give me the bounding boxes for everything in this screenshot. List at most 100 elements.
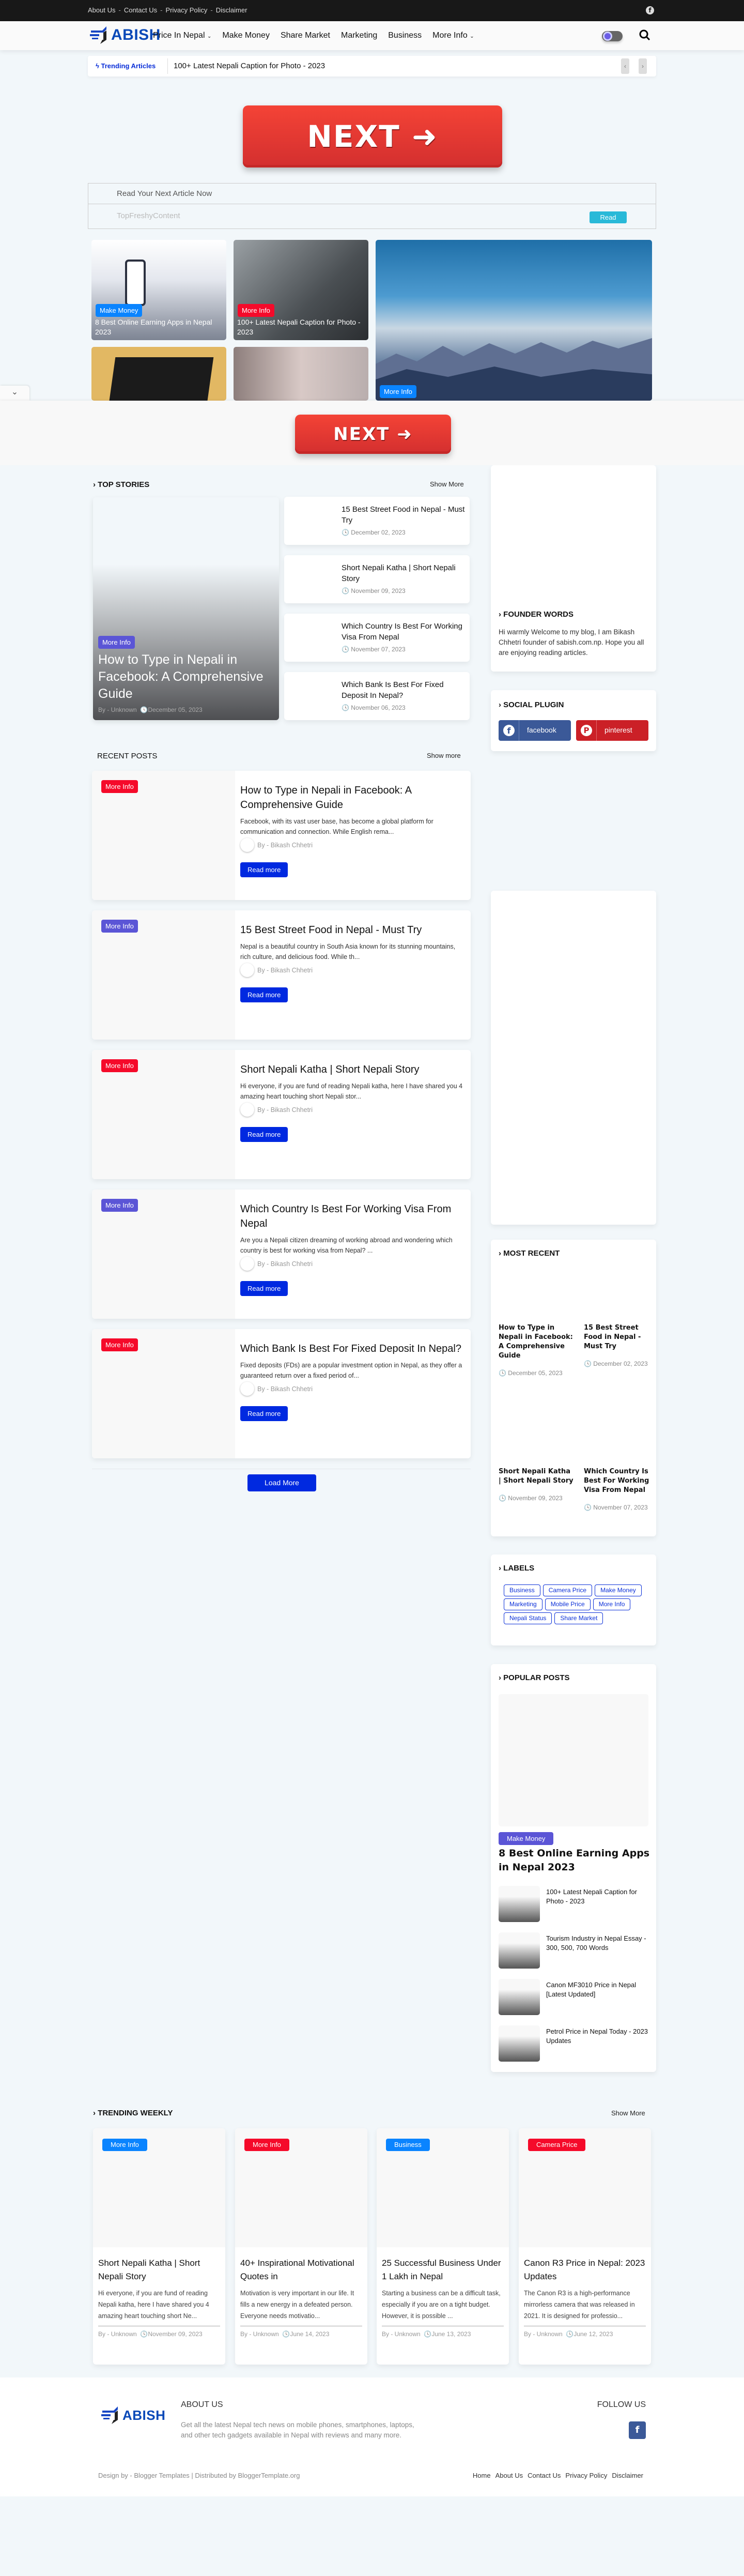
label-tag[interactable]: Marketing: [504, 1598, 542, 1610]
top-story-item[interactable]: 15 Best Street Food in Nepal - Must Try …: [284, 497, 470, 545]
footer-link[interactable]: Contact Us: [528, 2472, 561, 2479]
post-title[interactable]: Canon R3 Price in Nepal: 2023 Updates: [524, 2257, 646, 2283]
story-title[interactable]: Short Nepali Katha | Short Nepali Story: [342, 562, 467, 584]
top-link-about[interactable]: About Us: [88, 6, 115, 14]
post-title[interactable]: How to Type in Nepali in Facebook: A Com…: [499, 1323, 574, 1361]
load-more-button[interactable]: Load More: [247, 1474, 316, 1491]
post-title[interactable]: Tourism Industry in Nepal Essay - 300, 5…: [546, 1934, 648, 1953]
category-badge[interactable]: More Info: [102, 2139, 147, 2151]
label-tag[interactable]: More Info: [593, 1598, 631, 1610]
post-thumbnail[interactable]: [584, 1267, 659, 1323]
story-title[interactable]: Which Country Is Best For Working Visa F…: [342, 621, 467, 643]
show-more-link[interactable]: Show More: [430, 480, 464, 488]
footer-link[interactable]: Home: [473, 2472, 491, 2479]
label-tag[interactable]: Business: [504, 1584, 540, 1596]
nav-business[interactable]: Business: [388, 31, 422, 40]
read-more-button[interactable]: Read more: [240, 1281, 288, 1296]
search-icon[interactable]: [639, 29, 651, 41]
post-title[interactable]: 40+ Inspirational Motivational Quotes in: [240, 2257, 362, 2283]
facebook-button[interactable]: f facebook: [499, 720, 571, 741]
post-title[interactable]: 100+ Latest Nepali Caption for Photo - 2…: [546, 1887, 648, 1906]
read-more-button[interactable]: Read more: [240, 1406, 288, 1421]
footer-link[interactable]: About Us: [495, 2472, 523, 2479]
post-thumbnail[interactable]: More Info: [235, 2128, 367, 2247]
pinterest-button[interactable]: P pinterest: [576, 720, 648, 741]
category-badge[interactable]: Make Money: [499, 1832, 554, 1845]
most-recent-item[interactable]: Short Nepali Katha | Short Nepali Story …: [499, 1410, 574, 1503]
top-story-item[interactable]: Which Country Is Best For Working Visa F…: [284, 614, 470, 662]
category-badge[interactable]: More Info: [101, 920, 138, 933]
next-button[interactable]: NEXT ➜: [243, 105, 502, 167]
top-story-title[interactable]: How to Type in Nepali in Facebook: A Com…: [98, 651, 269, 703]
popular-main-title[interactable]: 8 Best Online Earning Apps in Nepal 2023: [499, 1847, 650, 1874]
post-title[interactable]: Which Country Is Best For Working Visa F…: [584, 1467, 659, 1495]
post-title[interactable]: Canon MF3010 Price in Nepal [Latest Upda…: [546, 1980, 648, 1999]
most-recent-item[interactable]: How to Type in Nepali in Facebook: A Com…: [499, 1267, 574, 1378]
chevron-right-icon[interactable]: ›: [639, 58, 647, 74]
category-badge[interactable]: More Info: [98, 636, 135, 649]
chevron-down-icon[interactable]: ⌄: [0, 386, 29, 401]
featured-card[interactable]: Make Money 8 Best Online Earning Apps in…: [91, 240, 226, 340]
post-title[interactable]: Short Nepali Katha | Short Nepali Story: [98, 2257, 220, 2283]
post-title[interactable]: Short Nepali Katha | Short Nepali Story: [240, 1062, 464, 1077]
facebook-icon[interactable]: f: [629, 2421, 646, 2439]
featured-card[interactable]: [91, 347, 226, 401]
facebook-icon[interactable]: f: [646, 6, 654, 14]
post-thumbnail[interactable]: [499, 1267, 574, 1323]
top-story-item[interactable]: Which Bank Is Best For Fixed Deposit In …: [284, 672, 470, 720]
trending-title-link[interactable]: 100+ Latest Nepali Caption for Photo - 2…: [174, 62, 325, 70]
post-title[interactable]: Which Bank Is Best For Fixed Deposit In …: [240, 1342, 464, 1356]
category-badge[interactable]: More Info: [238, 304, 274, 317]
nav-more-info[interactable]: More Info ⌄: [432, 31, 474, 40]
nav-make-money[interactable]: Make Money: [222, 31, 270, 40]
popular-post-item[interactable]: Tourism Industry in Nepal Essay - 300, 5…: [499, 1932, 648, 1969]
category-badge[interactable]: More Info: [101, 1199, 138, 1212]
popular-post-item[interactable]: Canon MF3010 Price in Nepal [Latest Upda…: [499, 1979, 648, 2015]
category-badge[interactable]: Business: [386, 2139, 430, 2151]
category-badge[interactable]: More Info: [244, 2139, 289, 2151]
popular-main-image[interactable]: [499, 1694, 648, 1826]
site-logo[interactable]: ABISH: [89, 25, 161, 45]
label-tag[interactable]: Mobile Price: [545, 1598, 591, 1610]
post-title[interactable]: 15 Best Street Food in Nepal - Must Try: [240, 923, 464, 937]
read-more-button[interactable]: Read more: [240, 1127, 288, 1142]
nav-share-market[interactable]: Share Market: [281, 31, 330, 40]
chevron-left-icon[interactable]: ‹: [621, 58, 629, 74]
top-link-disclaimer[interactable]: Disclaimer: [216, 6, 247, 14]
next-button[interactable]: NEXT ➜: [295, 415, 451, 454]
story-title[interactable]: 15 Best Street Food in Nepal - Must Try: [342, 504, 467, 526]
post-thumbnail[interactable]: Camera Price: [519, 2128, 651, 2247]
popular-post-item[interactable]: Petrol Price in Nepal Today - 2023 Updat…: [499, 2025, 648, 2062]
post-title[interactable]: 25 Successful Business Under 1 Lakh in N…: [382, 2257, 504, 2283]
most-recent-item[interactable]: 15 Best Street Food in Nepal - Must Try …: [584, 1267, 659, 1369]
most-recent-item[interactable]: Which Country Is Best For Working Visa F…: [584, 1410, 659, 1513]
nav-marketing[interactable]: Marketing: [341, 31, 377, 40]
nav-price-in-nepal[interactable]: Price In Nepal ⌄: [153, 31, 211, 40]
label-tag[interactable]: Make Money: [595, 1584, 642, 1596]
read-more-button[interactable]: Read more: [240, 862, 288, 877]
post-thumbnail[interactable]: [499, 1410, 574, 1467]
post-title[interactable]: How to Type in Nepali in Facebook: A Com…: [240, 783, 464, 812]
category-badge[interactable]: Make Money: [96, 304, 143, 317]
category-badge[interactable]: Camera Price: [528, 2139, 586, 2151]
top-link-contact[interactable]: Contact Us: [124, 6, 157, 14]
top-story-item[interactable]: Short Nepali Katha | Short Nepali Story …: [284, 555, 470, 603]
post-title[interactable]: Short Nepali Katha | Short Nepali Story: [499, 1467, 574, 1486]
category-badge[interactable]: More Info: [101, 780, 138, 793]
label-tag[interactable]: Camera Price: [542, 1584, 593, 1596]
category-badge[interactable]: More Info: [380, 385, 416, 398]
post-thumbnail[interactable]: Business: [377, 2128, 509, 2247]
label-tag[interactable]: Share Market: [554, 1612, 603, 1624]
footer-logo[interactable]: ABISH: [100, 2405, 165, 2425]
post-thumbnail[interactable]: More Info: [93, 2128, 225, 2247]
dark-mode-toggle[interactable]: [602, 31, 623, 41]
post-title[interactable]: 15 Best Street Food in Nepal - Must Try: [584, 1323, 659, 1351]
featured-card[interactable]: More Info: [376, 240, 652, 401]
popular-post-item[interactable]: 100+ Latest Nepali Caption for Photo - 2…: [499, 1886, 648, 1922]
top-link-privacy[interactable]: Privacy Policy: [165, 6, 207, 14]
category-badge[interactable]: More Info: [101, 1059, 138, 1072]
footer-link[interactable]: Disclaimer: [612, 2472, 643, 2479]
show-more-link[interactable]: Show More: [611, 2109, 645, 2117]
top-story-main[interactable]: More Info How to Type in Nepali in Faceb…: [93, 497, 279, 720]
show-more-link[interactable]: Show more: [427, 752, 461, 759]
